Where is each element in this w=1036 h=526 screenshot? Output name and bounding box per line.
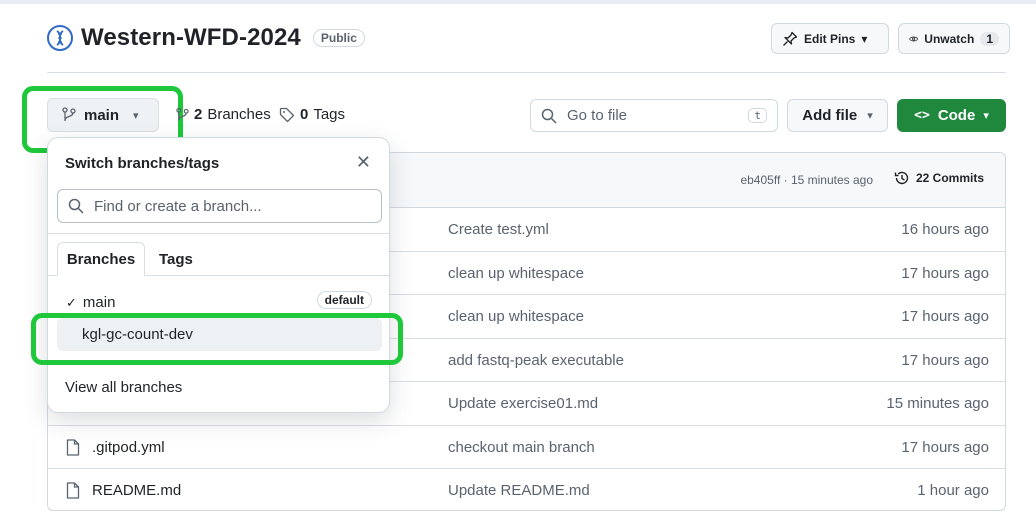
- pin-icon: [783, 31, 798, 46]
- code-button[interactable]: <> Code ▾: [897, 99, 1006, 132]
- code-label: Code: [937, 107, 976, 124]
- add-file-button[interactable]: Add file ▾: [787, 99, 888, 132]
- commit-message[interactable]: Update README.md: [448, 482, 590, 499]
- history-icon: [894, 171, 909, 185]
- commit-message[interactable]: Create test.yml: [448, 221, 549, 238]
- table-row: .gitpod.yml checkout main branch 17 hour…: [48, 426, 1005, 469]
- branches-label: Branches: [207, 106, 271, 123]
- commit-age: 15 minutes ago: [886, 395, 989, 412]
- edit-pins-button[interactable]: Edit Pins ▾: [771, 23, 889, 54]
- view-all-branches-link[interactable]: View all branches: [65, 379, 182, 396]
- latest-commit-info[interactable]: eb405ff · 15 minutes ago: [740, 173, 873, 187]
- add-file-label: Add file: [802, 107, 858, 124]
- commits-label: 22 Commits: [915, 171, 984, 185]
- tags-label: Tags: [313, 106, 346, 123]
- git-branch-icon: [176, 107, 189, 121]
- watch-count: 1: [980, 31, 999, 46]
- commit-message[interactable]: add fastq-peak executable: [448, 352, 624, 369]
- shortcut-key: t: [748, 108, 767, 123]
- repo-name[interactable]: Western-WFD-2024: [81, 24, 301, 52]
- visibility-badge: Public: [312, 29, 365, 47]
- branch-search-placeholder: Find or create a branch...: [94, 197, 262, 215]
- tab-branches[interactable]: Branches: [57, 242, 145, 276]
- commit-message[interactable]: clean up whitespace: [448, 265, 584, 282]
- close-icon[interactable]: ✕: [356, 152, 371, 173]
- default-badge: default: [316, 291, 372, 309]
- repo-avatar-icon[interactable]: [47, 25, 73, 51]
- chevron-down-icon: ▾: [861, 31, 868, 46]
- file-name[interactable]: .gitpod.yml: [92, 439, 165, 456]
- commit-age: 16 hours ago: [901, 221, 989, 238]
- tags-count: 0: [300, 106, 309, 123]
- branch-switch-dropdown: Switch branches/tags ✕ Find or create a …: [47, 137, 390, 413]
- branch-search-input[interactable]: Find or create a branch...: [57, 189, 382, 223]
- file-name-cell[interactable]: .gitpod.yml: [66, 439, 165, 456]
- eye-icon: [909, 36, 919, 41]
- code-icon: <>: [914, 108, 930, 123]
- chevron-down-icon: ▾: [867, 110, 873, 122]
- branches-count: 2: [194, 106, 203, 123]
- commit-age: 17 hours ago: [901, 438, 989, 456]
- file-icon: [66, 482, 80, 499]
- commit-age: 1 hour ago: [917, 482, 989, 499]
- top-border: [0, 0, 1036, 4]
- commits-link[interactable]: 22 Commits: [894, 170, 984, 186]
- repo-header: Western-WFD-2024 Public: [47, 24, 365, 52]
- tab-tags[interactable]: Tags: [159, 251, 193, 268]
- branch-name: main: [82, 294, 116, 311]
- commit-message[interactable]: clean up whitespace: [448, 308, 584, 325]
- branch-item-main[interactable]: ✓ main: [66, 294, 115, 311]
- go-to-file-placeholder: Go to file: [567, 107, 628, 124]
- search-icon: [541, 108, 557, 124]
- edit-pins-label: Edit Pins: [804, 31, 856, 46]
- go-to-file-input[interactable]: Go to file t: [530, 99, 778, 132]
- unwatch-label: Unwatch: [924, 31, 975, 46]
- file-name-cell[interactable]: README.md: [66, 482, 181, 499]
- search-icon: [68, 198, 84, 214]
- highlight-branch-item: [31, 313, 403, 365]
- file-icon: [66, 438, 80, 456]
- tag-icon: [279, 107, 295, 122]
- dropdown-title: Switch branches/tags: [65, 155, 220, 172]
- commit-age: 17 hours ago: [901, 308, 989, 325]
- chevron-down-icon: ▾: [983, 110, 989, 122]
- tab-branches-label: Branches: [66, 250, 136, 268]
- branches-link[interactable]: 2 Branches: [176, 106, 271, 123]
- divider: [48, 233, 389, 234]
- tags-link[interactable]: 0 Tags: [279, 106, 345, 123]
- commit-message[interactable]: checkout main branch: [448, 439, 595, 456]
- commit-age: 17 hours ago: [901, 351, 989, 369]
- file-name[interactable]: README.md: [92, 482, 181, 499]
- check-icon: ✓: [66, 294, 77, 310]
- commit-message[interactable]: Update exercise01.md: [448, 395, 598, 412]
- commit-age: 17 hours ago: [901, 264, 989, 282]
- header-divider: [47, 72, 1006, 73]
- unwatch-button[interactable]: Unwatch 1: [898, 23, 1010, 54]
- table-row: README.md Update README.md 1 hour ago: [48, 469, 1005, 510]
